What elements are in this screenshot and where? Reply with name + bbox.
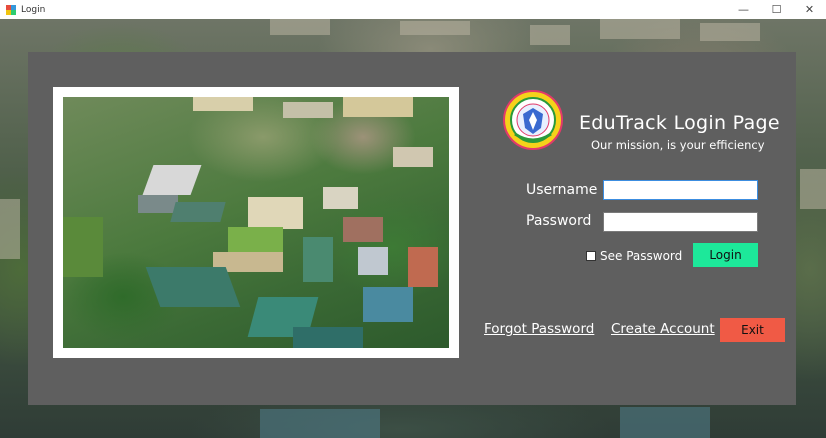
- campus-photo-frame: [53, 87, 459, 358]
- password-input[interactable]: [603, 212, 758, 232]
- minimize-button[interactable]: —: [727, 0, 760, 19]
- minimize-icon: —: [738, 3, 749, 16]
- window-titlebar: Login — ☐ ✕: [0, 0, 826, 19]
- see-password-toggle[interactable]: See Password: [586, 249, 682, 263]
- app-title: EduTrack Login Page: [579, 112, 780, 134]
- create-account-link[interactable]: Create Account: [611, 321, 715, 337]
- maximize-button[interactable]: ☐: [760, 0, 793, 19]
- close-button[interactable]: ✕: [793, 0, 826, 19]
- app-icon: [6, 4, 16, 15]
- see-password-checkbox[interactable]: [586, 251, 596, 261]
- password-label: Password: [526, 213, 592, 229]
- close-icon: ✕: [804, 3, 815, 16]
- window-title: Login: [21, 4, 46, 15]
- campus-aerial-photo: [63, 97, 449, 348]
- username-input[interactable]: [603, 180, 758, 200]
- exit-button[interactable]: Exit: [720, 318, 785, 342]
- see-password-label: See Password: [600, 249, 683, 263]
- window-controls: — ☐ ✕: [727, 0, 826, 19]
- forgot-password-link[interactable]: Forgot Password: [484, 321, 594, 337]
- school-seal-icon: [503, 90, 563, 150]
- username-label: Username: [526, 182, 598, 198]
- login-button[interactable]: Login: [693, 243, 758, 267]
- app-subtitle: Our mission, is your efficiency: [591, 138, 765, 152]
- maximize-icon: ☐: [771, 3, 782, 16]
- login-panel: EduTrack Login Page Our mission, is your…: [28, 52, 796, 405]
